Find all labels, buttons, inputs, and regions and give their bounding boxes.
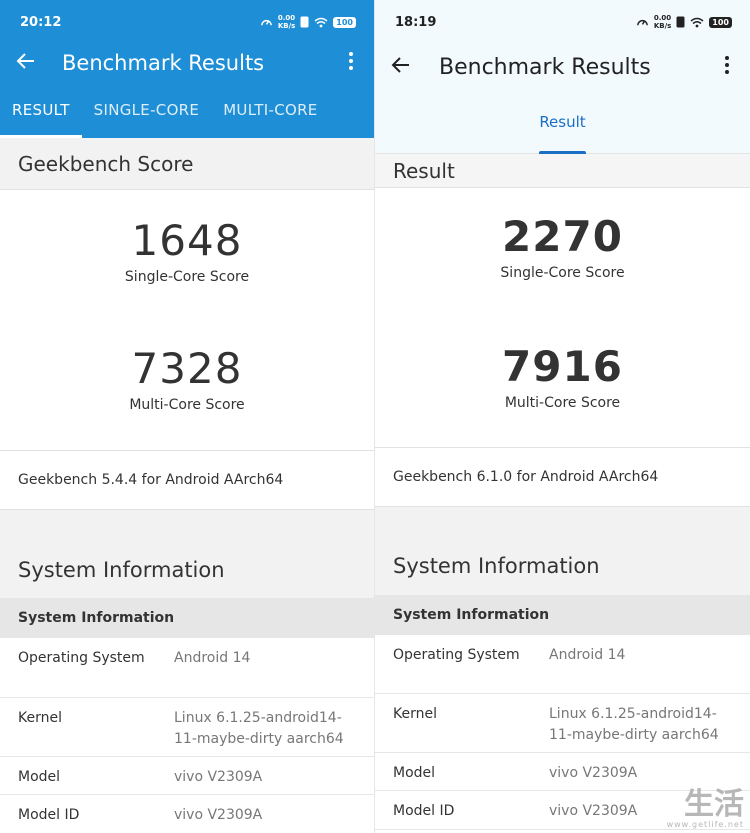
tab-bar: Result	[375, 90, 750, 154]
version-info: Geekbench 5.4.4 for Android AArch64	[0, 450, 374, 510]
info-value: vivo V2309A	[174, 769, 263, 785]
info-value: Linux 6.1.25-android14-11-maybe-dirty aa…	[549, 706, 719, 743]
system-info-title: System Information	[0, 526, 374, 598]
battery-icon: 100	[333, 16, 356, 28]
status-bar: 18:19 0.00 KB/s 100	[375, 0, 750, 44]
spacer	[375, 507, 750, 523]
network-speed: 0.00 KB/s	[278, 14, 295, 30]
net-unit: KB/s	[653, 22, 672, 30]
info-row-model: Model vivo V2309A	[0, 757, 374, 795]
multi-core-label: Multi-Core Score	[129, 397, 245, 413]
info-key: Operating System	[393, 647, 520, 663]
page-title: Benchmark Results	[62, 51, 265, 75]
single-core-label: Single-Core Score	[124, 269, 250, 285]
status-time: 18:19	[395, 14, 437, 30]
tab-result[interactable]: Result	[539, 90, 587, 154]
net-value: 0.00	[277, 14, 296, 22]
multi-core-score: 7328	[131, 344, 243, 393]
app-bar: 20:12 0.00 KB/s 100 Benchmark Results RES…	[0, 0, 374, 138]
watermark-url: www.getlife.net	[666, 820, 744, 829]
info-key: Model	[393, 765, 436, 781]
wifi-icon	[690, 17, 704, 27]
multi-core-score: 7916	[502, 342, 623, 391]
watermark-brand: 生活	[684, 787, 744, 822]
speedometer-icon	[636, 19, 648, 25]
single-core-block: 1648 Single-Core Score	[0, 190, 374, 320]
multi-core-block: 7916 Multi-Core Score	[375, 316, 750, 447]
version-info: Geekbench 6.1.0 for Android AArch64	[375, 447, 750, 507]
info-value: Android 14	[549, 647, 626, 663]
sim-icon	[300, 16, 309, 28]
info-row-kernel: Kernel Linux 6.1.25-android14-11-maybe-d…	[0, 698, 374, 757]
tab-multi-core[interactable]: MULTI-CORE	[211, 82, 329, 138]
spacer	[0, 510, 374, 526]
info-value: vivo V2309A	[174, 807, 263, 823]
system-info-subheader: System Information	[375, 595, 750, 635]
score-section-header: Result	[375, 154, 750, 188]
info-value: vivo V2309A	[549, 765, 638, 781]
system-info-subheader: System Information	[0, 598, 374, 638]
info-row-model-id: Model ID vivo V2309A	[0, 795, 374, 833]
wifi-icon	[314, 17, 328, 27]
multi-core-block: 7328 Multi-Core Score	[0, 320, 374, 450]
toolbar: Benchmark Results	[375, 44, 750, 90]
info-key: Kernel	[393, 706, 437, 722]
system-info-title: System Information	[375, 523, 750, 595]
back-arrow-icon[interactable]	[391, 55, 419, 80]
single-core-score: 2270	[502, 212, 623, 261]
info-row-os: Operating System Android 14	[0, 638, 374, 698]
sim-icon	[676, 16, 685, 28]
left-screenshot: 20:12 0.00 KB/s 100 Benchmark Results RES…	[0, 0, 375, 833]
info-row-os: Operating System Android 14	[375, 635, 750, 694]
network-speed: 0.00 KB/s	[654, 14, 671, 30]
battery-icon: 100	[709, 16, 732, 28]
info-row-model: Model vivo V2309A	[375, 753, 750, 791]
tab-bar: RESULT SINGLE-CORE MULTI-CORE	[0, 82, 374, 138]
back-arrow-icon[interactable]	[16, 51, 44, 76]
right-screenshot: 18:19 0.00 KB/s 100 Benchmark Results Res…	[375, 0, 750, 833]
toolbar: Benchmark Results	[0, 44, 374, 82]
tab-single-core[interactable]: SINGLE-CORE	[82, 82, 212, 138]
more-vertical-icon[interactable]	[720, 55, 734, 80]
watermark-logo: 生活 www.getlife.net	[666, 787, 744, 830]
status-icons: 0.00 KB/s 100	[636, 14, 732, 30]
net-value: 0.00	[653, 14, 672, 22]
score-section-header: Geekbench Score	[0, 138, 374, 190]
speedometer-icon	[260, 19, 272, 25]
status-bar: 20:12 0.00 KB/s 100	[0, 0, 374, 44]
app-bar: 18:19 0.00 KB/s 100 Benchmark Results Res…	[375, 0, 750, 154]
info-value: Android 14	[174, 650, 251, 666]
info-key: Model ID	[18, 807, 80, 823]
single-core-label: Single-Core Score	[500, 265, 625, 281]
info-key: Model	[18, 769, 61, 785]
status-time: 20:12	[20, 14, 62, 30]
net-unit: KB/s	[277, 22, 296, 30]
info-row-kernel: Kernel Linux 6.1.25-android14-11-maybe-d…	[375, 694, 750, 753]
multi-core-label: Multi-Core Score	[504, 395, 621, 411]
status-icons: 0.00 KB/s 100	[260, 14, 356, 30]
info-value: Linux 6.1.25-android14-11-maybe-dirty aa…	[174, 710, 344, 747]
single-core-block: 2270 Single-Core Score	[375, 188, 750, 316]
info-key: Model ID	[393, 803, 455, 819]
more-vertical-icon[interactable]	[344, 51, 358, 76]
tab-result[interactable]: RESULT	[0, 82, 82, 138]
single-core-score: 1648	[131, 216, 243, 265]
info-key: Kernel	[18, 710, 62, 726]
info-key: Operating System	[18, 650, 145, 666]
page-title: Benchmark Results	[439, 54, 651, 80]
